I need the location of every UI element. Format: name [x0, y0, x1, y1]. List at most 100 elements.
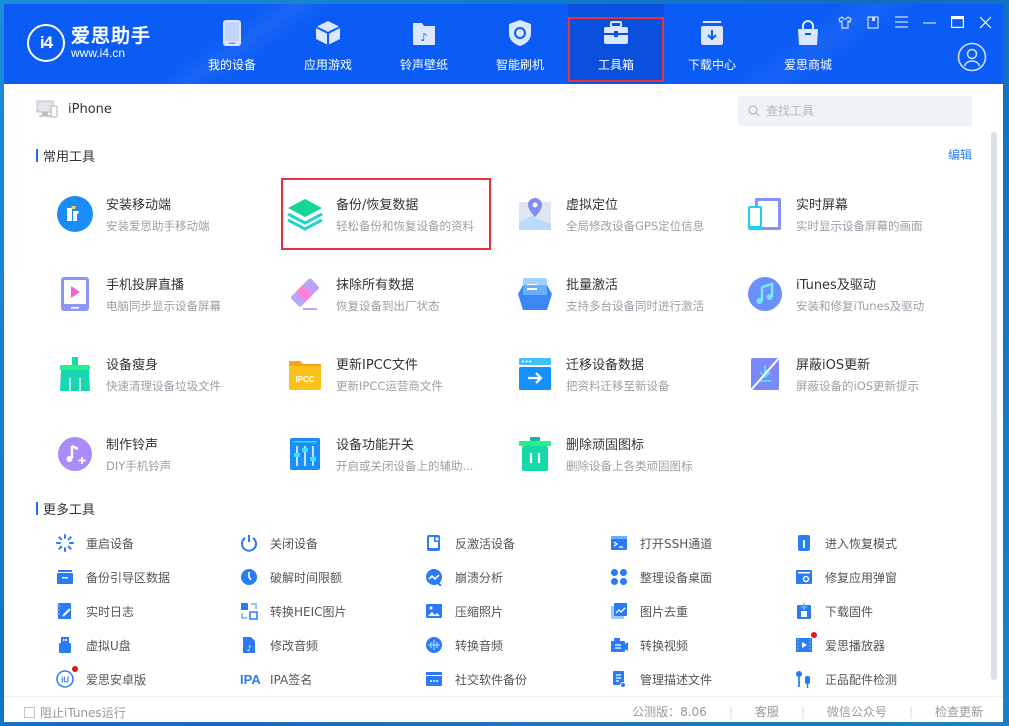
- more-tool-item[interactable]: 管理描述文件: [610, 670, 712, 688]
- more-tool-item[interactable]: iU 爱思安卓版: [56, 666, 146, 688]
- more-tool-item[interactable]: IPA IPA签名: [240, 670, 312, 688]
- more-tool-item[interactable]: 修复应用弹窗: [795, 568, 897, 586]
- tool-item[interactable]: iTunes及驱动 安装和修复iTunes及驱动: [746, 271, 956, 331]
- search-input[interactable]: [766, 104, 956, 118]
- more-tool-item[interactable]: 崩溃分析: [425, 568, 503, 586]
- profile-file-icon: [610, 670, 628, 688]
- more-tool-label: IPA签名: [270, 672, 313, 687]
- app-logo: i4 爱思助手 www.i4.cn: [27, 24, 151, 62]
- more-tool-item[interactable]: 反激活设备: [425, 534, 515, 552]
- more-tool-item[interactable]: 进入恢复模式: [795, 534, 897, 552]
- support-link[interactable]: 客服: [755, 703, 779, 720]
- more-tool-item[interactable]: 整理设备桌面: [610, 568, 712, 586]
- tool-name: 实时屏幕: [796, 198, 849, 213]
- search-box[interactable]: [738, 96, 972, 126]
- tool-name: 迁移设备数据: [566, 358, 645, 373]
- tool-item[interactable]: 手机投屏直播 电脑同步显示设备屏幕: [56, 271, 266, 331]
- tool-name: 屏蔽iOS更新: [796, 358, 871, 373]
- recovery-mode-icon: [795, 534, 813, 552]
- feedback-icon[interactable]: [865, 14, 881, 30]
- device-name: iPhone: [68, 101, 112, 117]
- tool-item[interactable]: 虚拟定位全局修改设备GPS定位信息: [516, 191, 726, 251]
- more-tool-label: 整理设备桌面: [640, 570, 713, 585]
- nav-ringtones[interactable]: ♪ 铃声壁纸: [376, 4, 472, 84]
- player-icon: [795, 632, 817, 654]
- close-icon[interactable]: [977, 14, 993, 30]
- chat-backup-icon: [425, 670, 443, 688]
- tool-item[interactable]: 批量激活 支持多台设备同时进行激活: [516, 271, 726, 331]
- more-tool-item[interactable]: 重启设备: [56, 534, 134, 552]
- video-convert-icon: [610, 636, 628, 654]
- block-itunes-checkbox[interactable]: 阻止iTunes运行: [24, 704, 126, 721]
- more-tool-item[interactable]: 压缩照片: [425, 602, 503, 620]
- log-pen-icon: [56, 602, 74, 620]
- nav-downloads[interactable]: 下载中心: [664, 4, 760, 84]
- notification-badge: [811, 632, 817, 638]
- audio-convert-icon: [425, 636, 443, 654]
- more-tool-label: 修复应用弹窗: [825, 570, 898, 585]
- i4-logo-icon: i4: [27, 24, 65, 62]
- wechat-link[interactable]: 微信公众号: [827, 703, 887, 720]
- tool-description: 支持多台设备同时进行激活: [566, 299, 704, 313]
- main-nav: 我的设备 应用游戏 ♪ 铃声壁纸 智能刷机 工具箱 下载中心 爱思商城: [184, 4, 856, 84]
- common-tools-heading: 常用工具: [36, 146, 95, 165]
- more-tools-heading: 更多工具: [36, 499, 95, 518]
- more-tool-item[interactable]: ♪ 修改音频: [240, 636, 318, 654]
- more-tool-item[interactable]: 转换视频: [610, 636, 688, 654]
- tool-item[interactable]: 实时屏幕 实时显示设备屏幕的画面: [746, 191, 956, 251]
- tool-item[interactable]: 安装移动端 安装爱思助手移动端: [56, 191, 266, 251]
- nav-apps-games[interactable]: 应用游戏: [280, 4, 376, 84]
- skin-icon[interactable]: [837, 14, 853, 30]
- nav-my-device[interactable]: 我的设备: [184, 4, 280, 84]
- check-update-link[interactable]: 检查更新: [935, 703, 983, 720]
- inbox-icon: [516, 275, 554, 313]
- checkbox-box[interactable]: [24, 707, 35, 718]
- sliders-icon: [286, 435, 324, 473]
- scrollbar[interactable]: [991, 132, 997, 680]
- more-tool-item[interactable]: 虚拟U盘: [56, 636, 131, 654]
- tool-item[interactable]: IPCC 更新IPCC文件 更新IPCC运营商文件: [286, 351, 496, 411]
- tool-item[interactable]: 设备功能开关 开启或关闭设备上的辅助...: [286, 431, 496, 491]
- block-itunes-label: 阻止iTunes运行: [40, 706, 126, 720]
- nav-flash[interactable]: 智能刷机: [472, 4, 568, 84]
- svg-text:IPCC: IPCC: [295, 375, 314, 384]
- more-tool-item[interactable]: 关闭设备: [240, 534, 318, 552]
- more-tool-item[interactable]: 社交软件备份: [425, 670, 527, 688]
- cube-icon: [314, 19, 342, 47]
- edit-link[interactable]: 编辑: [948, 146, 972, 163]
- more-tool-item[interactable]: 爱思播放器: [795, 632, 885, 654]
- tool-item[interactable]: 迁移设备数据 把资料迁移至新设备: [516, 351, 726, 411]
- duplicate-photo-icon: [610, 602, 628, 620]
- nav-toolbox[interactable]: 工具箱: [568, 4, 664, 84]
- block-update-icon: [746, 355, 784, 393]
- download-icon: [698, 19, 726, 47]
- tool-item[interactable]: 删除顽固图标 删除设备上各类顽固图标: [516, 431, 726, 491]
- tool-item[interactable]: 抹除所有数据 恢复设备到出厂状态: [286, 271, 496, 331]
- tool-item[interactable]: 备份/恢复数据 轻松备份和恢复设备的资料: [286, 191, 496, 251]
- more-tool-item[interactable]: 转换音频: [425, 636, 503, 654]
- toolbox-icon: [602, 19, 630, 47]
- menu-icon[interactable]: [893, 14, 909, 30]
- maximize-icon[interactable]: [949, 14, 965, 30]
- device-selector[interactable]: iPhone: [36, 100, 112, 118]
- more-tool-label: 备份引导区数据: [86, 570, 171, 585]
- more-tool-item[interactable]: 打开SSH通道: [610, 534, 712, 552]
- minimize-icon[interactable]: [921, 14, 937, 30]
- tool-item[interactable]: 制作铃声 DIY手机铃声: [56, 431, 266, 491]
- more-tool-item[interactable]: 图片去重: [610, 602, 688, 620]
- more-tool-item[interactable]: 实时日志: [56, 602, 134, 620]
- tool-description: 全局修改设备GPS定位信息: [566, 219, 705, 233]
- more-tool-item[interactable]: 破解时间限额: [240, 568, 342, 586]
- more-tool-item[interactable]: 正品配件检测: [795, 670, 897, 688]
- app-title: 爱思助手: [71, 25, 152, 47]
- more-tool-item[interactable]: 下载固件: [795, 602, 873, 620]
- more-tool-item[interactable]: 转换HEIC图片: [240, 602, 347, 620]
- tool-item[interactable]: 屏蔽iOS更新 屏蔽设备的iOS更新提示: [746, 351, 956, 411]
- more-tool-label: 图片去重: [640, 604, 689, 619]
- tool-name: 设备功能开关: [336, 438, 415, 453]
- user-avatar-icon[interactable]: [957, 42, 987, 72]
- tool-item[interactable]: 设备瘦身 快速清理设备垃圾文件: [56, 351, 266, 411]
- more-tool-item[interactable]: 备份引导区数据: [56, 568, 170, 586]
- tool-name: 虚拟定位: [566, 198, 619, 213]
- shopping-bag-icon: [794, 19, 822, 47]
